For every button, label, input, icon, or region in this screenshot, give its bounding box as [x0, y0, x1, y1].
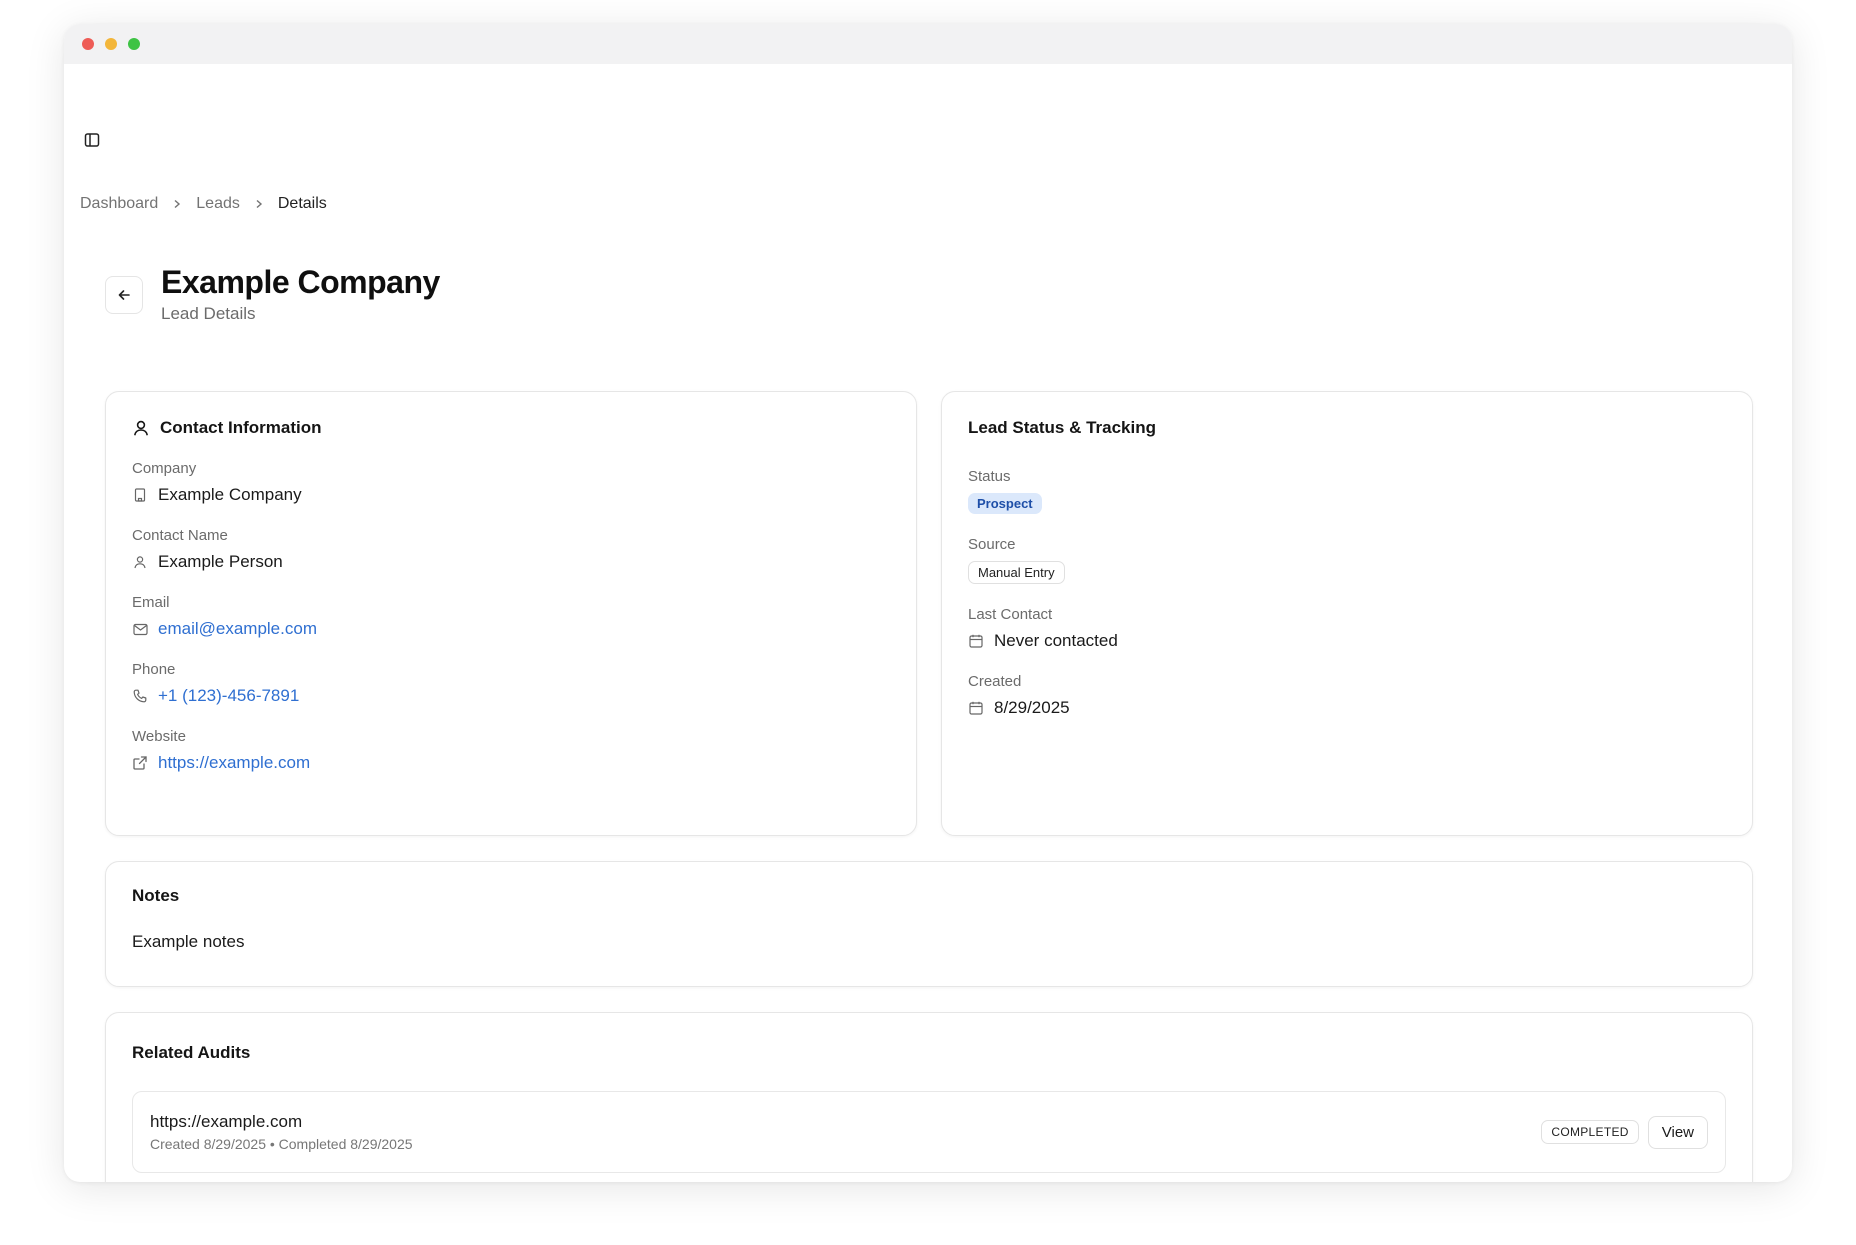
chevron-right-icon	[254, 199, 264, 209]
sidebar-panel-icon	[84, 133, 100, 147]
user-icon	[132, 554, 148, 570]
breadcrumb: Dashboard Leads Details	[80, 195, 327, 213]
audit-meta: Created 8/29/2025 • Completed 8/29/2025	[150, 1136, 413, 1152]
page-subtitle: Lead Details	[161, 304, 256, 323]
audit-url: https://example.com	[150, 1112, 303, 1131]
company-value: Example Company	[158, 485, 302, 504]
phone-icon	[132, 688, 148, 704]
lead-status-card: Lead Status & Tracking Status Prospect S…	[941, 391, 1753, 836]
window-titlebar	[64, 24, 1792, 64]
audit-status-badge: COMPLETED	[1541, 1120, 1639, 1144]
company-field: Company Example Company	[132, 460, 890, 505]
last-contact-value: Never contacted	[994, 631, 1118, 650]
arrow-left-icon	[118, 290, 130, 300]
status-label: Status	[968, 468, 1011, 485]
breadcrumb-item-dashboard[interactable]: Dashboard	[80, 195, 158, 213]
source-field: Source Manual Entry	[968, 536, 1726, 584]
contact-card-title-text: Contact Information	[160, 418, 322, 437]
back-button[interactable]	[105, 276, 143, 314]
main-content: Dashboard Leads Details Example Company …	[64, 64, 1792, 1182]
source-badge: Manual Entry	[968, 561, 1065, 584]
view-audit-button[interactable]: View	[1647, 1115, 1708, 1149]
page-header: Example Company Lead Details	[105, 262, 440, 324]
sidebar-toggle-button[interactable]	[78, 126, 106, 154]
related-audits-card: Related Audits https://example.com Creat…	[105, 1012, 1753, 1182]
email-field: Email email@example.com	[132, 594, 890, 639]
window-maximize-button[interactable]	[128, 38, 140, 50]
notes-card: Notes Example notes	[105, 861, 1753, 987]
mail-icon	[132, 621, 148, 637]
status-field: Status Prospect	[968, 468, 1726, 514]
company-label: Company	[132, 460, 197, 477]
window-close-button[interactable]	[82, 38, 94, 50]
breadcrumb-item-leads[interactable]: Leads	[196, 195, 240, 213]
created-value: 8/29/2025	[994, 698, 1070, 717]
contact-information-card: Contact Information Company Example Comp…	[105, 391, 917, 836]
contact-card-title: Contact Information	[132, 418, 890, 438]
source-label: Source	[968, 536, 1016, 553]
user-icon	[134, 420, 148, 436]
contact-name-label: Contact Name	[132, 527, 228, 544]
phone-link[interactable]: +1 (123)-456-7891	[158, 686, 299, 706]
created-label: Created	[968, 673, 1022, 690]
last-contact-field: Last Contact Never contacted	[968, 606, 1726, 651]
email-link[interactable]: email@example.com	[158, 619, 317, 639]
notes-card-title: Notes	[132, 886, 180, 905]
app-window: Dashboard Leads Details Example Company …	[64, 24, 1792, 1182]
calendar-icon	[968, 633, 984, 649]
last-contact-label: Last Contact	[968, 606, 1053, 623]
phone-label: Phone	[132, 661, 176, 678]
breadcrumb-current: Details	[277, 195, 327, 212]
status-card-title: Lead Status & Tracking	[968, 418, 1156, 437]
phone-field: Phone +1 (123)-456-7891	[132, 661, 890, 706]
chevron-right-icon	[172, 199, 182, 209]
contact-name-value: Example Person	[158, 552, 283, 571]
contact-name-field: Contact Name Example Person	[132, 527, 890, 572]
page-title: Example Company	[161, 264, 440, 300]
website-field: Website https://example.com	[132, 728, 890, 773]
list-item: https://example.com Created 8/29/2025 • …	[132, 1091, 1726, 1173]
notes-text: Example notes	[132, 932, 245, 951]
status-badge: Prospect	[968, 493, 1042, 514]
window-minimize-button[interactable]	[105, 38, 117, 50]
external-link-icon	[132, 755, 148, 771]
audits-card-title: Related Audits	[132, 1043, 251, 1062]
website-link[interactable]: https://example.com	[158, 753, 310, 773]
calendar-icon	[968, 700, 984, 716]
email-label: Email	[132, 594, 170, 611]
building-icon	[132, 487, 148, 503]
created-field: Created 8/29/2025	[968, 673, 1726, 718]
website-label: Website	[132, 728, 186, 745]
